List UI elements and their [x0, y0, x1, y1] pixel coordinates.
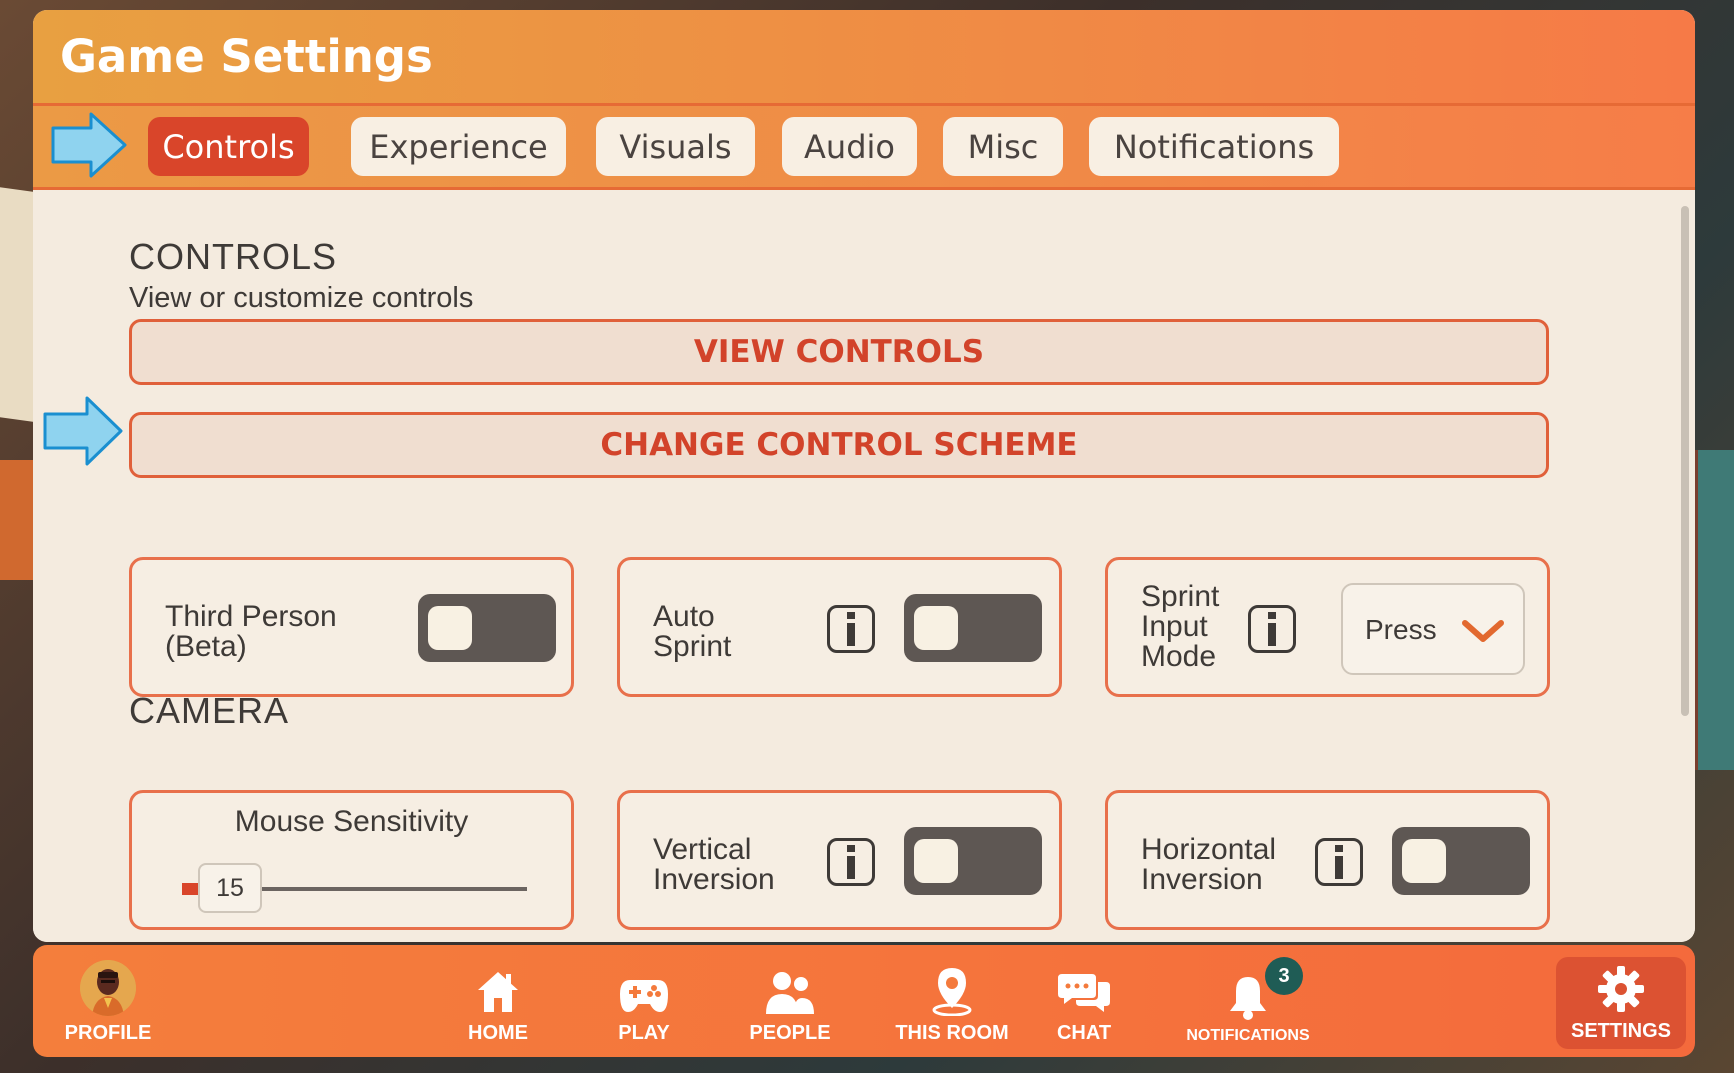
- horizontal-inversion-label: Horizontal Inversion: [1141, 835, 1276, 895]
- nav-home[interactable]: HOME: [443, 945, 553, 1057]
- vertical-inversion-label-line1: Vertical: [653, 833, 752, 866]
- view-controls-button[interactable]: VIEW CONTROLS: [129, 319, 1549, 385]
- vertical-inversion-label: Vertical Inversion: [653, 835, 775, 895]
- tab-controls[interactable]: Controls: [148, 117, 309, 176]
- settings-content: CONTROLS View or customize controls VIEW…: [33, 190, 1695, 942]
- sprint-input-mode-label-line1: Sprint: [1141, 580, 1220, 613]
- camera-section-title: CAMERA: [129, 690, 290, 731]
- chevron-down-icon: [1462, 620, 1504, 642]
- map-pin-icon: [932, 968, 972, 1016]
- page-title: Game Settings: [60, 30, 433, 83]
- toggle-knob: [914, 606, 958, 650]
- third-person-card: Third Person (Beta): [129, 557, 574, 697]
- nav-settings[interactable]: SETTINGS: [1556, 957, 1686, 1049]
- auto-sprint-label: Auto Sprint: [653, 602, 731, 662]
- horizontal-inversion-label-line1: Horizontal: [1141, 833, 1277, 866]
- home-icon: [478, 972, 518, 1012]
- controls-section-title: CONTROLS: [129, 236, 338, 277]
- sprint-input-mode-label-line2: Input: [1141, 610, 1208, 643]
- panel-header: Game Settings: [33, 10, 1695, 106]
- toggle-knob: [914, 839, 958, 883]
- info-icon[interactable]: [1315, 838, 1363, 886]
- sprint-input-mode-dropdown[interactable]: Press: [1341, 583, 1525, 675]
- tab-bar: Controls Experience Visuals Audio Misc N…: [33, 106, 1695, 190]
- people-icon: [766, 972, 814, 1014]
- nav-this-room[interactable]: THIS ROOM: [882, 945, 1022, 1057]
- tab-misc[interactable]: Misc: [943, 117, 1063, 176]
- bell-icon: [1230, 977, 1266, 1020]
- tab-visuals[interactable]: Visuals: [596, 117, 755, 176]
- third-person-label-line2: (Beta): [165, 630, 247, 663]
- nav-people-label: PEOPLE: [749, 1022, 831, 1044]
- nav-notifications-label: NOTIFICATIONS: [1186, 1027, 1310, 1044]
- notifications-badge: 3: [1265, 957, 1303, 995]
- horizontal-inversion-toggle[interactable]: [1392, 827, 1530, 895]
- change-control-scheme-button[interactable]: CHANGE CONTROL SCHEME: [129, 412, 1549, 478]
- auto-sprint-card: Auto Sprint: [617, 557, 1062, 697]
- mouse-sensitivity-card: Mouse Sensitivity 15: [129, 790, 574, 930]
- sprint-input-mode-label-line3: Mode: [1141, 640, 1217, 673]
- auto-sprint-label-line1: Auto: [653, 600, 715, 633]
- nav-chat[interactable]: CHAT: [1029, 945, 1139, 1057]
- info-icon[interactable]: [827, 605, 875, 653]
- auto-sprint-toggle[interactable]: [904, 594, 1042, 662]
- controls-section-subtitle: View or customize controls: [129, 282, 474, 314]
- tab-audio[interactable]: Audio: [782, 117, 917, 176]
- nav-profile[interactable]: PROFILE: [53, 945, 163, 1057]
- chat-icon: [1058, 974, 1110, 1012]
- sprint-input-mode-label: Sprint Input Mode: [1141, 582, 1219, 672]
- horizontal-inversion-label-line2: Inversion: [1141, 863, 1263, 896]
- tab-notifications[interactable]: Notifications: [1089, 117, 1339, 176]
- nav-notifications[interactable]: NOTIFICATIONS 3: [1163, 945, 1333, 1057]
- nav-chat-label: CHAT: [1056, 1022, 1112, 1044]
- mouse-sensitivity-slider-thumb[interactable]: 15: [198, 863, 262, 913]
- arrow-right-icon: [43, 396, 123, 466]
- third-person-label-line1: Third Person: [165, 600, 337, 633]
- dropdown-value: Press: [1365, 614, 1437, 645]
- gamepad-icon: [620, 980, 668, 1012]
- info-icon[interactable]: [827, 838, 875, 886]
- background-poster-right: [1694, 450, 1734, 770]
- auto-sprint-label-line2: Sprint: [653, 630, 732, 663]
- third-person-toggle[interactable]: [418, 594, 556, 662]
- nav-home-label: HOME: [468, 1022, 528, 1044]
- avatar: [80, 960, 136, 1016]
- toggle-knob: [1402, 839, 1446, 883]
- toggle-knob: [428, 606, 472, 650]
- third-person-label: Third Person (Beta): [165, 602, 337, 662]
- bottom-nav-bar: PROFILE HOME PLAY PEOPLE THIS ROOM CHAT …: [33, 945, 1695, 1057]
- nav-profile-label: PROFILE: [64, 1022, 152, 1044]
- horizontal-inversion-card: Horizontal Inversion: [1105, 790, 1550, 930]
- sprint-input-mode-card: Sprint Input Mode Press: [1105, 557, 1550, 697]
- nav-play-label: PLAY: [618, 1022, 670, 1044]
- vertical-inversion-label-line2: Inversion: [653, 863, 775, 896]
- info-icon[interactable]: [1248, 605, 1296, 653]
- vertical-inversion-card: Vertical Inversion: [617, 790, 1062, 930]
- arrow-right-icon: [51, 112, 127, 178]
- nav-settings-label: SETTINGS: [1570, 1020, 1671, 1042]
- tab-experience[interactable]: Experience: [351, 117, 566, 176]
- content-scrollbar[interactable]: [1681, 206, 1689, 716]
- nav-people[interactable]: PEOPLE: [735, 945, 845, 1057]
- mouse-sensitivity-label: Mouse Sensitivity: [234, 805, 469, 838]
- vertical-inversion-toggle[interactable]: [904, 827, 1042, 895]
- gear-icon: [1598, 966, 1644, 1012]
- nav-this-room-label: THIS ROOM: [895, 1022, 1009, 1044]
- settings-panel: Game Settings Controls Experience Visual…: [33, 10, 1695, 942]
- nav-play[interactable]: PLAY: [589, 945, 699, 1057]
- background-wall-left: [0, 460, 36, 580]
